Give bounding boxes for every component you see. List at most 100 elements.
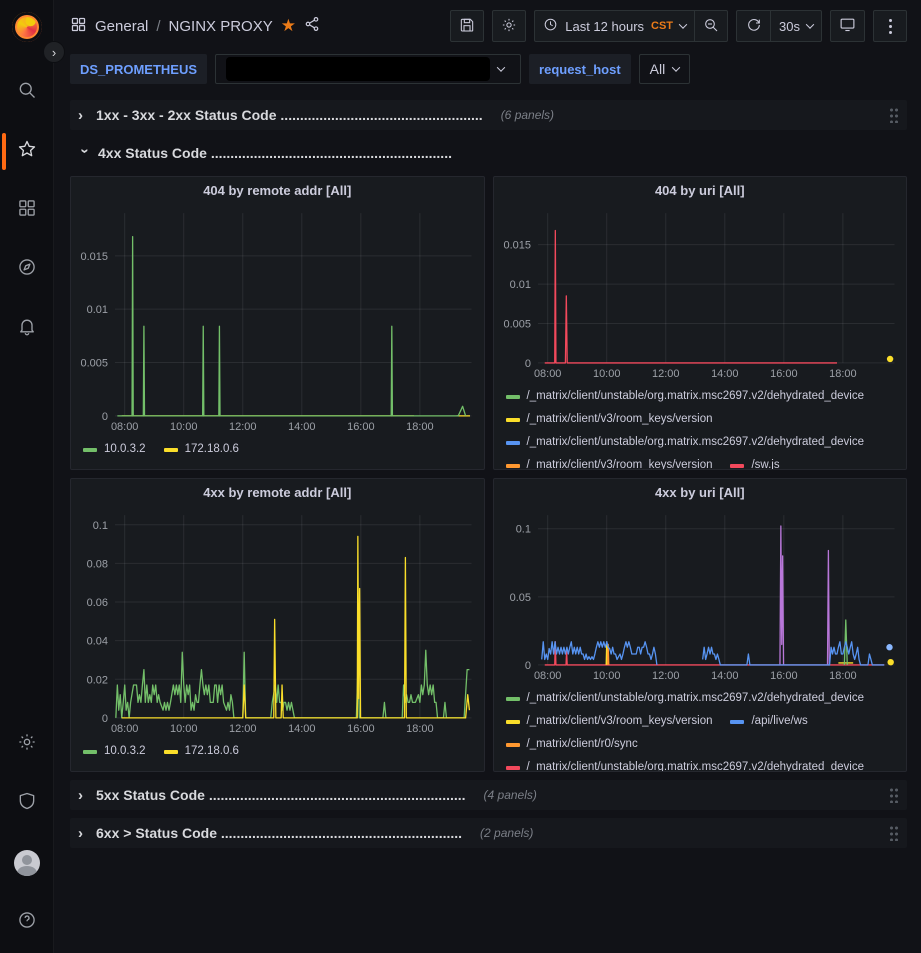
legend-item[interactable]: 172.18.0.6 — [164, 438, 239, 461]
request-host-variable-select[interactable]: All — [639, 54, 691, 84]
legend-label: /_matrix/client/unstable/org.matrix.msc2… — [527, 687, 865, 710]
panel-4xx-by-uri: 4xx by uri [All] 08:0010:0012:0014:0016:… — [493, 478, 908, 772]
legend-item[interactable]: /_matrix/client/unstable/org.matrix.msc2… — [506, 756, 865, 771]
datasource-variable-label[interactable]: DS_PROMETHEUS — [70, 54, 207, 84]
chevron-down-icon — [806, 20, 814, 28]
chevron-right-icon: › — [78, 787, 88, 804]
legend-item[interactable]: /_matrix/client/v3/room_keys/version — [506, 454, 713, 469]
legend-item[interactable]: /_matrix/client/unstable/org.matrix.msc2… — [506, 687, 865, 710]
legend-label: /_matrix/client/unstable/org.matrix.msc2… — [527, 431, 865, 454]
row-header-1xx-3xx-2xx[interactable]: › 1xx - 3xx - 2xx Status Code ..........… — [70, 100, 907, 130]
svg-text:0.05: 0.05 — [509, 592, 530, 604]
legend-item[interactable]: 10.0.3.2 — [83, 438, 146, 461]
svg-text:12:00: 12:00 — [652, 670, 679, 682]
svg-text:08:00: 08:00 — [533, 670, 560, 682]
legend-item[interactable]: /_matrix/client/unstable/org.matrix.msc2… — [506, 431, 865, 454]
chevron-right-icon: › — [78, 107, 88, 124]
panel-title[interactable]: 4xx by remote addr [All] — [71, 479, 484, 505]
panel-404-by-uri: 404 by uri [All] 08:0010:0012:0014:0016:… — [493, 176, 908, 470]
sidebar-item-starred[interactable] — [0, 135, 53, 168]
datasource-variable-select[interactable] — [215, 54, 521, 84]
favorite-star-icon[interactable]: ★ — [281, 16, 296, 36]
legend-label: /api/live/ws — [751, 710, 807, 733]
panel-row-4xx: 4xx by remote addr [All] 08:0010:0012:00… — [70, 478, 907, 772]
legend-item[interactable]: /_matrix/client/v3/room_keys/version — [506, 710, 713, 733]
datasource-variable-value-redacted — [226, 57, 490, 81]
grafana-logo[interactable] — [12, 12, 42, 42]
legend-swatch — [506, 441, 520, 445]
legend-label: /_matrix/client/v3/room_keys/version — [527, 454, 713, 469]
dashboards-grid-icon — [17, 198, 37, 223]
svg-text:10:00: 10:00 — [592, 368, 619, 380]
row-header-4xx[interactable]: › 4xx Status Code ......................… — [70, 138, 907, 168]
svg-text:12:00: 12:00 — [229, 421, 256, 433]
legend-item[interactable]: 10.0.3.2 — [83, 740, 146, 763]
sidebar-item-alerting[interactable] — [0, 312, 53, 345]
share-icon[interactable] — [304, 16, 320, 36]
svg-text:0.08: 0.08 — [87, 558, 108, 570]
save-dashboard-button[interactable] — [450, 10, 484, 42]
row-drag-handle[interactable] — [889, 107, 899, 123]
explore-compass-icon — [17, 257, 37, 282]
row-drag-handle[interactable] — [889, 787, 899, 803]
svg-text:08:00: 08:00 — [111, 723, 138, 735]
sidebar-item-help[interactable] — [14, 906, 40, 939]
panel-title[interactable]: 404 by remote addr [All] — [71, 177, 484, 203]
panel-404-by-remote-addr: 404 by remote addr [All] 08:0010:0012:00… — [70, 176, 485, 470]
alerting-bell-icon — [17, 316, 37, 341]
svg-text:16:00: 16:00 — [770, 368, 797, 380]
panel-title[interactable]: 404 by uri [All] — [494, 177, 907, 203]
legend-label: 10.0.3.2 — [104, 740, 146, 763]
legend-item[interactable]: /_matrix/client/v3/room_keys/version — [506, 408, 713, 431]
timezone-label: CST — [651, 20, 673, 32]
breadcrumb-section[interactable]: General — [95, 18, 148, 35]
row-header-5xx[interactable]: › 5xx Status Code ......................… — [70, 780, 907, 810]
dashboard-settings-button[interactable] — [492, 10, 526, 42]
svg-text:08:00: 08:00 — [111, 421, 138, 433]
sidebar-item-explore[interactable] — [0, 253, 53, 286]
time-range-zoom-out-button[interactable] — [694, 10, 728, 42]
refresh-button[interactable] — [736, 10, 770, 42]
refresh-interval-dropdown[interactable]: 30s — [770, 10, 822, 42]
sidebar-item-configuration[interactable] — [14, 728, 40, 761]
legend-item[interactable]: /sw.js — [730, 454, 779, 469]
row-title: 6xx > Status Code ......................… — [96, 825, 462, 841]
chart-legend: 10.0.3.2 172.18.0.6 — [71, 436, 484, 469]
more-options-button[interactable] — [873, 10, 907, 42]
svg-text:0.01: 0.01 — [87, 304, 108, 316]
legend-item[interactable]: 172.18.0.6 — [164, 740, 239, 763]
legend-item[interactable]: /api/live/ws — [730, 710, 807, 733]
grafana-app: › — [0, 0, 921, 953]
legend-item[interactable]: /_matrix/client/r0/sync — [506, 733, 638, 756]
row-drag-handle[interactable] — [889, 825, 899, 841]
sidebar-item-server-admin[interactable] — [14, 787, 40, 820]
kebab-icon — [889, 19, 892, 34]
legend-swatch — [83, 750, 97, 754]
panel-title[interactable]: 4xx by uri [All] — [494, 479, 907, 505]
legend-label: 172.18.0.6 — [185, 438, 239, 461]
legend-item[interactable]: /_matrix/client/unstable/org.matrix.msc2… — [506, 385, 865, 408]
tv-mode-button[interactable] — [830, 10, 865, 42]
save-icon — [459, 17, 475, 36]
svg-text:0.015: 0.015 — [503, 240, 530, 252]
sidebar-item-search[interactable] — [0, 76, 53, 109]
svg-text:18:00: 18:00 — [829, 368, 856, 380]
svg-text:0.015: 0.015 — [81, 251, 108, 263]
legend-swatch — [83, 448, 97, 452]
request-host-variable-label[interactable]: request_host — [529, 54, 631, 84]
breadcrumb-dashboard-title[interactable]: NGINX PROXY — [169, 18, 273, 35]
svg-text:0: 0 — [102, 713, 108, 725]
time-series-chart: 08:0010:0012:0014:0016:0018:0000.020.040… — [71, 505, 484, 738]
row-panel-count: (4 panels) — [484, 788, 537, 802]
time-range-label: Last 12 hours — [565, 19, 644, 34]
refresh-icon — [746, 17, 762, 36]
row-header-6xx[interactable]: › 6xx > Status Code ....................… — [70, 818, 907, 848]
breadcrumb-divider: / — [156, 18, 160, 35]
sidebar: › — [0, 0, 54, 953]
sidebar-expand-button[interactable]: › — [43, 41, 65, 63]
time-series-chart: 08:0010:0012:0014:0016:0018:0000.0050.01… — [494, 203, 907, 383]
sidebar-item-profile[interactable] — [14, 846, 40, 880]
time-range-picker[interactable]: Last 12 hours CST — [534, 10, 694, 42]
sidebar-item-dashboards[interactable] — [0, 194, 53, 227]
chevron-down-icon: › — [77, 148, 94, 158]
